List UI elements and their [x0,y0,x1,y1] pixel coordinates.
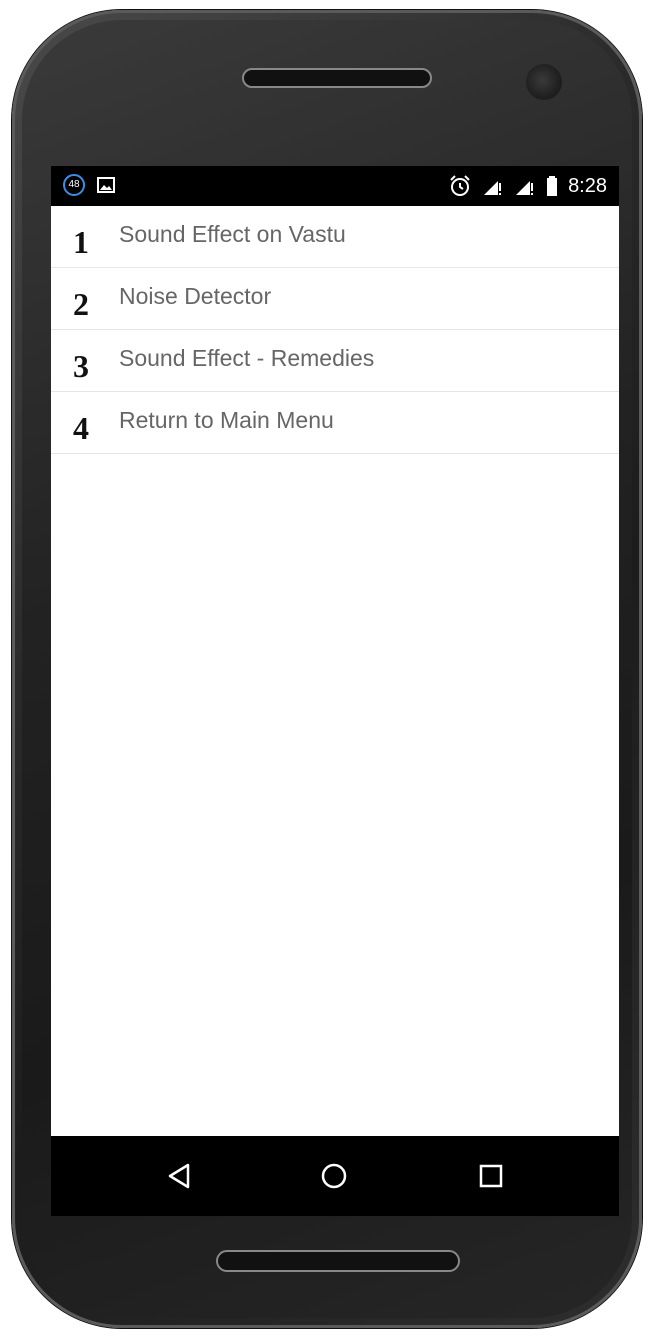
earpiece-speaker [242,68,432,88]
menu-item-return-to-main-menu[interactable]: 4 Return to Main Menu [51,392,619,454]
home-button[interactable] [314,1156,354,1196]
menu-item-label: Return to Main Menu [119,407,334,433]
menu-item-label: Noise Detector [119,283,272,309]
menu-item-label: Sound Effect - Remedies [119,345,375,371]
menu-item-sound-effect-on-vastu[interactable]: 1 Sound Effect on Vastu [51,206,619,268]
menu-item-label: Sound Effect on Vastu [119,221,346,247]
signal-icon [516,181,534,195]
status-bar: 48 8:28 [51,166,619,206]
status-left-icons: 48 [63,174,115,196]
menu-item-noise-detector[interactable]: 2 Noise Detector [51,268,619,330]
menu-list: 1 Sound Effect on Vastu 2 Noise Detector… [51,206,619,454]
back-button[interactable] [159,1156,199,1196]
front-camera [526,64,562,100]
menu-item-number: 4 [73,410,89,446]
status-time: 8:28 [568,175,607,197]
phone-screen: 48 8:28 1 Sound Effect on Vastu 2 Noise … [51,166,619,1216]
recents-icon [479,1164,503,1188]
home-icon [321,1163,347,1189]
recents-button[interactable] [471,1156,511,1196]
status-right-icons: 8:28 [448,172,607,200]
menu-item-number: 3 [73,348,89,384]
battery-icon [547,176,558,196]
alarm-icon [450,175,470,196]
navigation-bar [51,1136,619,1216]
signal-icon [484,181,502,195]
bottom-speaker [216,1250,460,1272]
notification-count-icon: 48 [63,174,85,196]
menu-item-number: 1 [73,224,89,260]
back-icon [168,1163,190,1189]
image-icon [97,177,115,193]
menu-item-number: 2 [73,286,89,322]
menu-item-sound-effect-remedies[interactable]: 3 Sound Effect - Remedies [51,330,619,392]
